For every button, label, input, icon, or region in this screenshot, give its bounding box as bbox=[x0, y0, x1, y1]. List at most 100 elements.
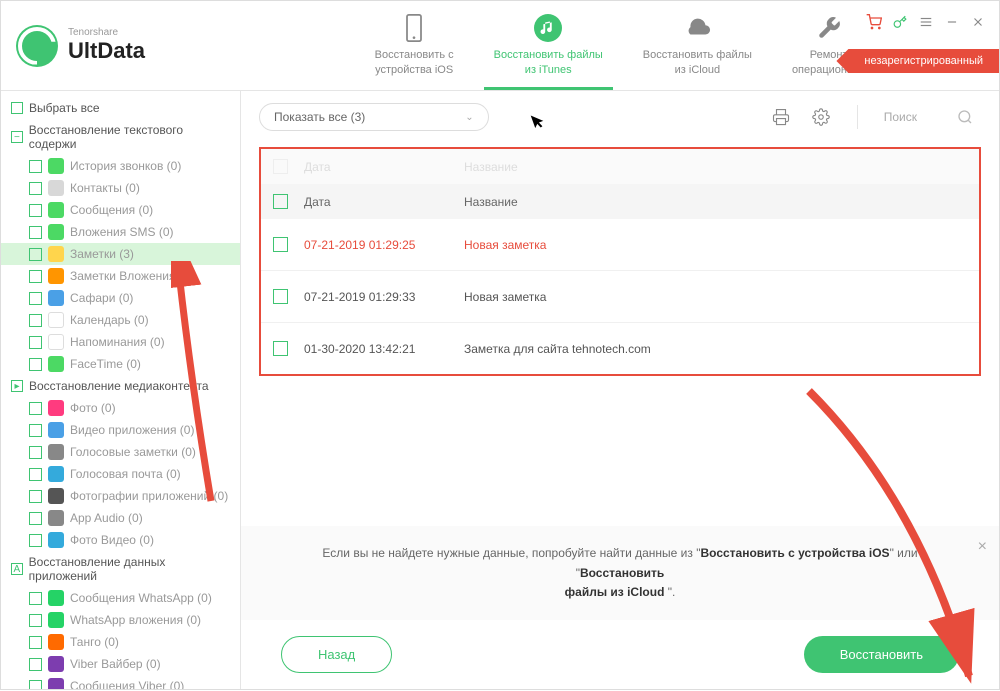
checkbox-icon[interactable] bbox=[29, 592, 42, 605]
category-icon bbox=[48, 268, 64, 284]
tab-1[interactable]: Восстановить файлыиз iTunes bbox=[474, 1, 623, 90]
checkbox-icon[interactable] bbox=[29, 248, 42, 261]
sidebar-item-0-2[interactable]: Сообщения (0) bbox=[1, 199, 240, 221]
checkbox-icon[interactable] bbox=[29, 314, 42, 327]
category-icon bbox=[48, 612, 64, 628]
checkbox-icon[interactable] bbox=[29, 680, 42, 690]
select-all[interactable]: Выбрать все bbox=[1, 97, 240, 119]
checkbox-icon[interactable] bbox=[29, 336, 42, 349]
section-2[interactable]: AВосстановление данных приложений bbox=[1, 551, 240, 587]
category-icon bbox=[48, 312, 64, 328]
sidebar-item-2-1[interactable]: WhatsApp вложения (0) bbox=[1, 609, 240, 631]
logo-brand: Tenorshare bbox=[68, 27, 145, 38]
cart-icon[interactable] bbox=[865, 13, 883, 31]
sidebar-item-0-3[interactable]: Вложения SMS (0) bbox=[1, 221, 240, 243]
sidebar: Выбрать все−Восстановление текстового со… bbox=[1, 91, 241, 689]
row-title: Новая заметка bbox=[464, 238, 967, 252]
sidebar-item-2-2[interactable]: Танго (0) bbox=[1, 631, 240, 653]
wrench-icon bbox=[815, 14, 843, 42]
category-icon bbox=[48, 224, 64, 240]
checkbox-icon[interactable] bbox=[29, 490, 42, 503]
checkbox-icon[interactable] bbox=[29, 270, 42, 283]
key-icon[interactable] bbox=[891, 13, 909, 31]
cloud-icon bbox=[683, 14, 711, 42]
table-row[interactable]: 01-30-2020 13:42:21Заметка для сайта teh… bbox=[261, 323, 979, 374]
category-icon bbox=[48, 400, 64, 416]
close-icon[interactable] bbox=[969, 13, 987, 31]
category-icon bbox=[48, 202, 64, 218]
category-icon bbox=[48, 290, 64, 306]
row-title: Заметка для сайта tehnotech.com bbox=[464, 342, 967, 356]
section-toggle-icon: − bbox=[11, 131, 23, 143]
unregistered-banner[interactable]: незарегистрированный bbox=[836, 49, 999, 73]
section-0[interactable]: −Восстановление текстового содержи bbox=[1, 119, 240, 155]
sidebar-item-1-4[interactable]: Фотографии приложений (0) bbox=[1, 485, 240, 507]
category-icon bbox=[48, 634, 64, 650]
category-icon bbox=[48, 444, 64, 460]
category-icon bbox=[48, 356, 64, 372]
row-checkbox[interactable] bbox=[273, 289, 288, 304]
sidebar-item-2-3[interactable]: Viber Вайбер (0) bbox=[1, 653, 240, 675]
checkbox-icon[interactable] bbox=[29, 402, 42, 415]
column-date[interactable]: Дата bbox=[304, 195, 464, 209]
sidebar-item-0-9[interactable]: FaceTime (0) bbox=[1, 353, 240, 375]
table-row[interactable]: 07-21-2019 01:29:33Новая заметка bbox=[261, 271, 979, 323]
gear-icon[interactable] bbox=[811, 107, 831, 127]
section-1[interactable]: ▸Восстановление медиаконтента bbox=[1, 375, 240, 397]
checkbox-icon[interactable] bbox=[29, 182, 42, 195]
sidebar-item-0-7[interactable]: Календарь (0) bbox=[1, 309, 240, 331]
filter-dropdown[interactable]: Показать все (3) ⌄ bbox=[259, 103, 489, 131]
column-title[interactable]: Название bbox=[464, 195, 967, 209]
restore-button[interactable]: Восстановить bbox=[804, 636, 959, 673]
checkbox-icon[interactable] bbox=[29, 658, 42, 671]
sidebar-item-0-4[interactable]: Заметки (3) bbox=[1, 243, 240, 265]
checkbox-icon[interactable] bbox=[29, 204, 42, 217]
sidebar-item-1-6[interactable]: Фото Видео (0) bbox=[1, 529, 240, 551]
search-input[interactable]: Поиск bbox=[876, 105, 981, 129]
select-all-checkbox[interactable] bbox=[273, 194, 288, 209]
category-icon bbox=[48, 488, 64, 504]
tab-2[interactable]: Восстановить файлыиз iCloud bbox=[623, 1, 772, 90]
sidebar-item-0-1[interactable]: Контакты (0) bbox=[1, 177, 240, 199]
row-checkbox[interactable] bbox=[273, 341, 288, 356]
menu-icon[interactable] bbox=[917, 13, 935, 31]
checkbox-icon[interactable] bbox=[29, 358, 42, 371]
checkbox-icon[interactable] bbox=[29, 614, 42, 627]
hint-bar: ×Если вы не найдете нужные данные, попро… bbox=[241, 526, 999, 620]
checkbox-icon[interactable] bbox=[29, 292, 42, 305]
sidebar-item-0-8[interactable]: Напоминания (0) bbox=[1, 331, 240, 353]
checkbox-icon[interactable] bbox=[29, 226, 42, 239]
checkbox-icon[interactable] bbox=[29, 512, 42, 525]
sidebar-item-1-5[interactable]: App Audio (0) bbox=[1, 507, 240, 529]
row-checkbox[interactable] bbox=[273, 237, 288, 252]
sidebar-item-0-6[interactable]: Сафари (0) bbox=[1, 287, 240, 309]
sidebar-item-1-1[interactable]: Видео приложения (0) bbox=[1, 419, 240, 441]
checkbox-icon[interactable] bbox=[29, 446, 42, 459]
row-date: 07-21-2019 01:29:25 bbox=[304, 238, 464, 252]
back-button[interactable]: Назад bbox=[281, 636, 392, 673]
minimize-icon[interactable] bbox=[943, 13, 961, 31]
checkbox-icon[interactable] bbox=[29, 534, 42, 547]
sidebar-item-1-3[interactable]: Голосовая почта (0) bbox=[1, 463, 240, 485]
checkbox-icon bbox=[11, 102, 23, 114]
print-icon[interactable] bbox=[771, 107, 791, 127]
sidebar-item-0-0[interactable]: История звонков (0) bbox=[1, 155, 240, 177]
sidebar-item-0-5[interactable]: Заметки Вложения (0) bbox=[1, 265, 240, 287]
hint-close-icon[interactable]: × bbox=[978, 534, 987, 560]
sidebar-item-2-4[interactable]: Сообщения Viber (0) bbox=[1, 675, 240, 689]
table-row[interactable]: 07-21-2019 01:29:25Новая заметка bbox=[261, 219, 979, 271]
tab-0[interactable]: Восстановить сустройства iOS bbox=[355, 1, 474, 90]
cursor-icon bbox=[530, 112, 546, 131]
category-icon bbox=[48, 422, 64, 438]
sidebar-item-1-0[interactable]: Фото (0) bbox=[1, 397, 240, 419]
sidebar-item-1-2[interactable]: Голосовые заметки (0) bbox=[1, 441, 240, 463]
checkbox-icon[interactable] bbox=[29, 636, 42, 649]
checkbox-icon[interactable] bbox=[29, 160, 42, 173]
checkbox-icon[interactable] bbox=[29, 468, 42, 481]
table-header: Дата Название bbox=[261, 184, 979, 219]
category-icon bbox=[48, 510, 64, 526]
sidebar-item-2-0[interactable]: Сообщения WhatsApp (0) bbox=[1, 587, 240, 609]
category-icon bbox=[48, 334, 64, 350]
checkbox-icon[interactable] bbox=[29, 424, 42, 437]
row-title: Новая заметка bbox=[464, 290, 967, 304]
